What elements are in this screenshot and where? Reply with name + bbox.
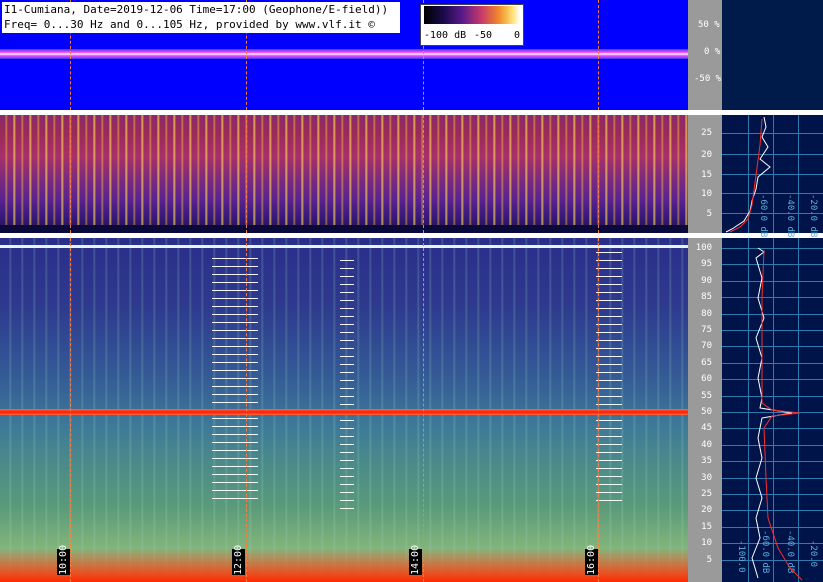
color-scale-max: 0 (514, 30, 521, 41)
time-gridline (598, 238, 599, 582)
waveform-tick: 50 % (698, 20, 720, 30)
title-line-1: I1-Cumiana, Date=2019-12-06 Time=17:00 (… (4, 3, 389, 16)
low-tick: 5 (706, 554, 712, 565)
title-box: I1-Cumiana, Date=2019-12-06 Time=17:00 (… (2, 2, 400, 33)
harmonic-ladder (212, 258, 258, 502)
title-line-2: Freq= 0...30 Hz and 0...105 Hz, provided… (4, 18, 375, 31)
low-tick: 10 (701, 538, 712, 549)
mid-tick: 15 (701, 170, 712, 180)
spectrum-trace-low (751, 247, 803, 581)
low-tick: 20 (701, 505, 712, 516)
color-scale-min: -100 dB (424, 30, 467, 41)
spectrogram-low-freq (0, 115, 688, 233)
time-marker: 14:00 (409, 544, 422, 575)
low-tick: 35 (701, 456, 712, 467)
harmonic-ladder (340, 260, 354, 510)
time-gridline (246, 238, 247, 582)
low-tick: 30 (701, 472, 712, 483)
time-marker: 10:00 (57, 544, 70, 575)
100hz-line (0, 245, 688, 248)
low-tick: 65 (701, 357, 712, 368)
low-tick: 100 (695, 243, 712, 253)
low-tick: 95 (701, 259, 712, 270)
low-tick: 55 (701, 390, 712, 401)
mid-tick: 5 (706, 209, 712, 219)
harmonic-ladder (596, 252, 622, 502)
mid-tick: 10 (701, 189, 712, 199)
low-tick: 40 (701, 439, 712, 450)
low-tick: 85 (701, 292, 712, 303)
low-tick: 90 (701, 275, 712, 286)
spectrogram-floor (0, 225, 688, 233)
low-tick: 70 (701, 341, 712, 352)
time-gridline (70, 115, 71, 233)
time-gridline (246, 115, 247, 233)
low-tick: 80 (701, 308, 712, 319)
time-gridline (423, 238, 424, 582)
low-tick: 75 (701, 325, 712, 335)
spectrum-trace-mid (725, 116, 771, 233)
mid-tick: 20 (701, 150, 712, 160)
low-tick: 15 (701, 521, 712, 532)
50hz-hum-line (0, 409, 688, 415)
color-scale-mid: -50 (474, 30, 493, 41)
waveform-trace (0, 49, 688, 59)
low-tick: 60 (701, 374, 712, 385)
time-gridline (598, 0, 599, 110)
low-tick: 50 (701, 407, 712, 417)
mid-tick: 25 (701, 128, 712, 138)
low-tick: 25 (701, 489, 712, 499)
time-gridline (70, 238, 71, 582)
right-panel-top (722, 0, 823, 110)
low-tick: 45 (701, 423, 712, 434)
waveform-tick: -50 % (694, 74, 722, 84)
waveform-tick: 0 % (704, 47, 721, 57)
time-marker: 12:00 (232, 544, 245, 575)
time-marker: 16:00 (585, 544, 598, 575)
color-scale-gradient (424, 6, 520, 24)
time-gridline (598, 115, 599, 233)
time-gridline (423, 115, 424, 233)
